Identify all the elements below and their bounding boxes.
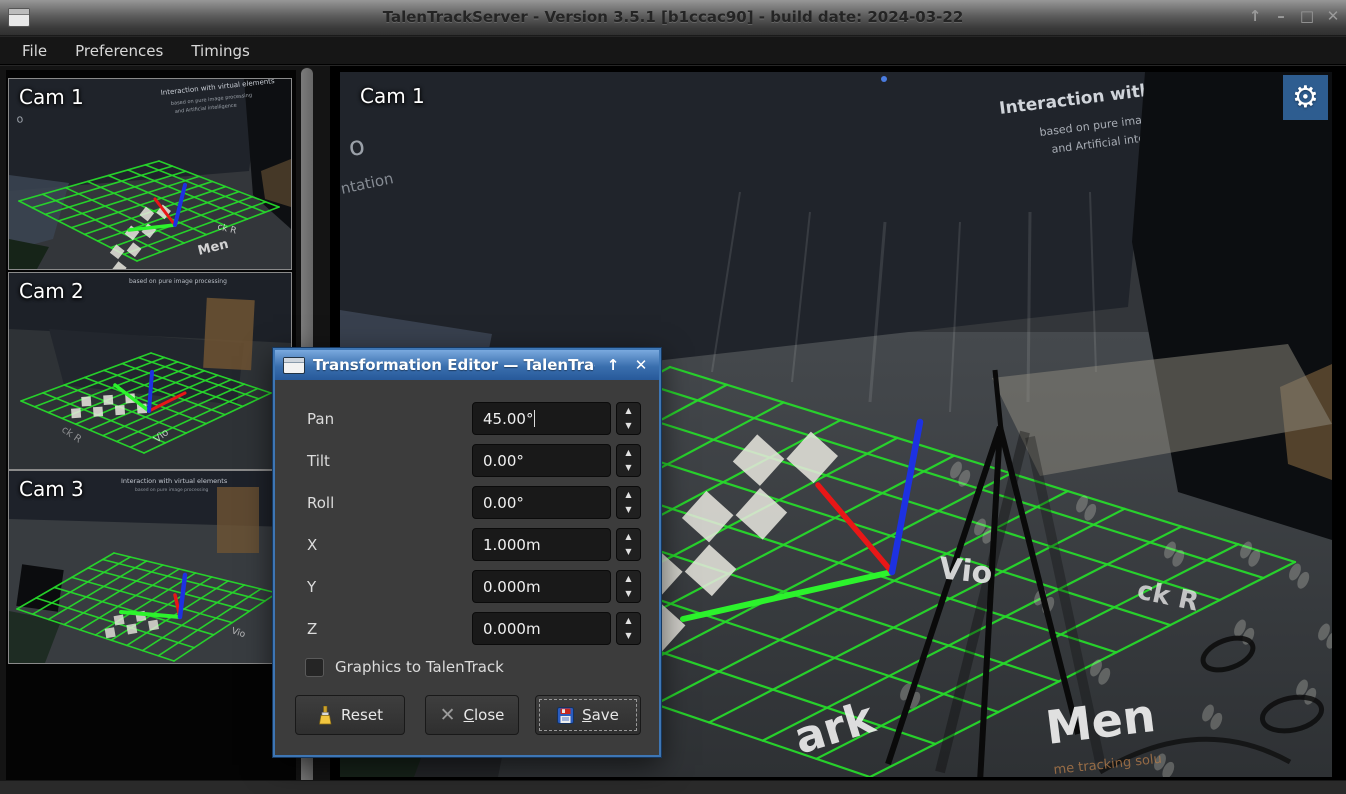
roll-input[interactable]: 0.00°: [472, 486, 611, 519]
graphics-to-talentrack-checkbox[interactable]: [305, 658, 324, 677]
y-spinner: ▲ ▼: [616, 570, 641, 603]
z-spinner: ▲ ▼: [616, 612, 641, 645]
shade-button[interactable]: ↑: [1244, 7, 1266, 25]
graphics-to-talentrack-label: Graphics to TalenTrack: [335, 658, 504, 676]
x-spin-down[interactable]: ▼: [617, 545, 640, 561]
pan-spin-down[interactable]: ▼: [617, 419, 640, 435]
save-button[interactable]: Save: [535, 695, 641, 735]
roll-label: Roll: [307, 494, 334, 512]
cam3-thumb-label: Cam 3: [19, 477, 84, 501]
x-spinner: ▲ ▼: [616, 528, 641, 561]
x-input[interactable]: 1.000m: [472, 528, 611, 561]
roll-spin-down[interactable]: ▼: [617, 503, 640, 519]
x-spin-up[interactable]: ▲: [617, 529, 640, 545]
menubar: File Preferences Timings: [0, 37, 1346, 65]
dialog-titlebar[interactable]: Transformation Editor — TalenTrackS ↑ ✕: [275, 350, 659, 380]
pan-spin-up[interactable]: ▲: [617, 403, 640, 419]
thumb3-screen-text2: based on pure image processing: [135, 487, 209, 493]
minimize-button[interactable]: –: [1270, 7, 1292, 25]
close-x-icon: ✕: [440, 706, 456, 725]
y-label: Y: [307, 578, 316, 596]
thumb2-screen-text1: based on pure image processing: [129, 278, 227, 285]
y-input[interactable]: 0.000m: [472, 570, 611, 603]
dialog-title: Transformation Editor — TalenTrackS: [313, 356, 595, 374]
roll-spinner: ▲ ▼: [616, 486, 641, 519]
z-spin-up[interactable]: ▲: [617, 613, 640, 629]
dialog-window-icon: [283, 357, 305, 374]
pan-input[interactable]: 45.00°: [472, 402, 611, 435]
thumb3-screen-text1: Interaction with virtual elements: [121, 477, 228, 485]
settings-button[interactable]: ⚙: [1283, 75, 1328, 120]
window-titlebar[interactable]: TalenTrackServer - Version 3.5.1 [b1ccac…: [0, 0, 1346, 36]
cam2-thumb-label: Cam 2: [19, 279, 84, 303]
application-window: TalenTrackServer - Version 3.5.1 [b1ccac…: [0, 0, 1346, 794]
window-bottom-strip: [0, 780, 1346, 794]
floor-text-vio: Vio: [937, 551, 994, 591]
floppy-icon: [557, 707, 574, 724]
camera-thumbnail-cam3[interactable]: Interaction with virtual elements based …: [8, 470, 292, 664]
z-input[interactable]: 0.000m: [472, 612, 611, 645]
y-spin-down[interactable]: ▼: [617, 587, 640, 603]
gear-icon: ⚙: [1292, 83, 1319, 113]
reset-button[interactable]: Reset: [295, 695, 405, 735]
text-cursor: [534, 410, 535, 427]
camera-thumbnail-cam2[interactable]: based on pure image processing Vio ck R …: [8, 272, 292, 470]
maximize-button[interactable]: □: [1296, 7, 1318, 25]
main-view-label: Cam 1: [360, 84, 425, 108]
pan-spinner: ▲ ▼: [616, 402, 641, 435]
dialog-close-button[interactable]: ✕: [631, 356, 651, 374]
roll-spin-up[interactable]: ▲: [617, 487, 640, 503]
x-label: X: [307, 536, 317, 554]
tilt-spinner: ▲ ▼: [616, 444, 641, 477]
brush-icon: [317, 706, 333, 725]
menu-preferences[interactable]: Preferences: [75, 42, 163, 60]
dialog-shade-button[interactable]: ↑: [603, 356, 623, 374]
tilt-spin-up[interactable]: ▲: [617, 445, 640, 461]
z-spin-down[interactable]: ▼: [617, 629, 640, 645]
cam1-thumb-label: Cam 1: [19, 85, 84, 109]
window-title: TalenTrackServer - Version 3.5.1 [b1ccac…: [0, 8, 1346, 26]
z-label: Z: [307, 620, 317, 638]
tilt-spin-down[interactable]: ▼: [617, 461, 640, 477]
pan-label: Pan: [307, 410, 334, 428]
tilt-input[interactable]: 0.00°: [472, 444, 611, 477]
close-button[interactable]: ✕: [1322, 7, 1344, 25]
menu-timings[interactable]: Timings: [191, 42, 250, 60]
menu-file[interactable]: File: [22, 42, 47, 60]
camera-thumbnail-cam1[interactable]: Interaction with virtual elements based …: [8, 78, 292, 270]
tilt-label: Tilt: [307, 452, 330, 470]
y-spin-up[interactable]: ▲: [617, 571, 640, 587]
close-button-dialog[interactable]: ✕ Close: [425, 695, 519, 735]
transformation-editor-dialog: Transformation Editor — TalenTrackS ↑ ✕ …: [273, 348, 661, 757]
